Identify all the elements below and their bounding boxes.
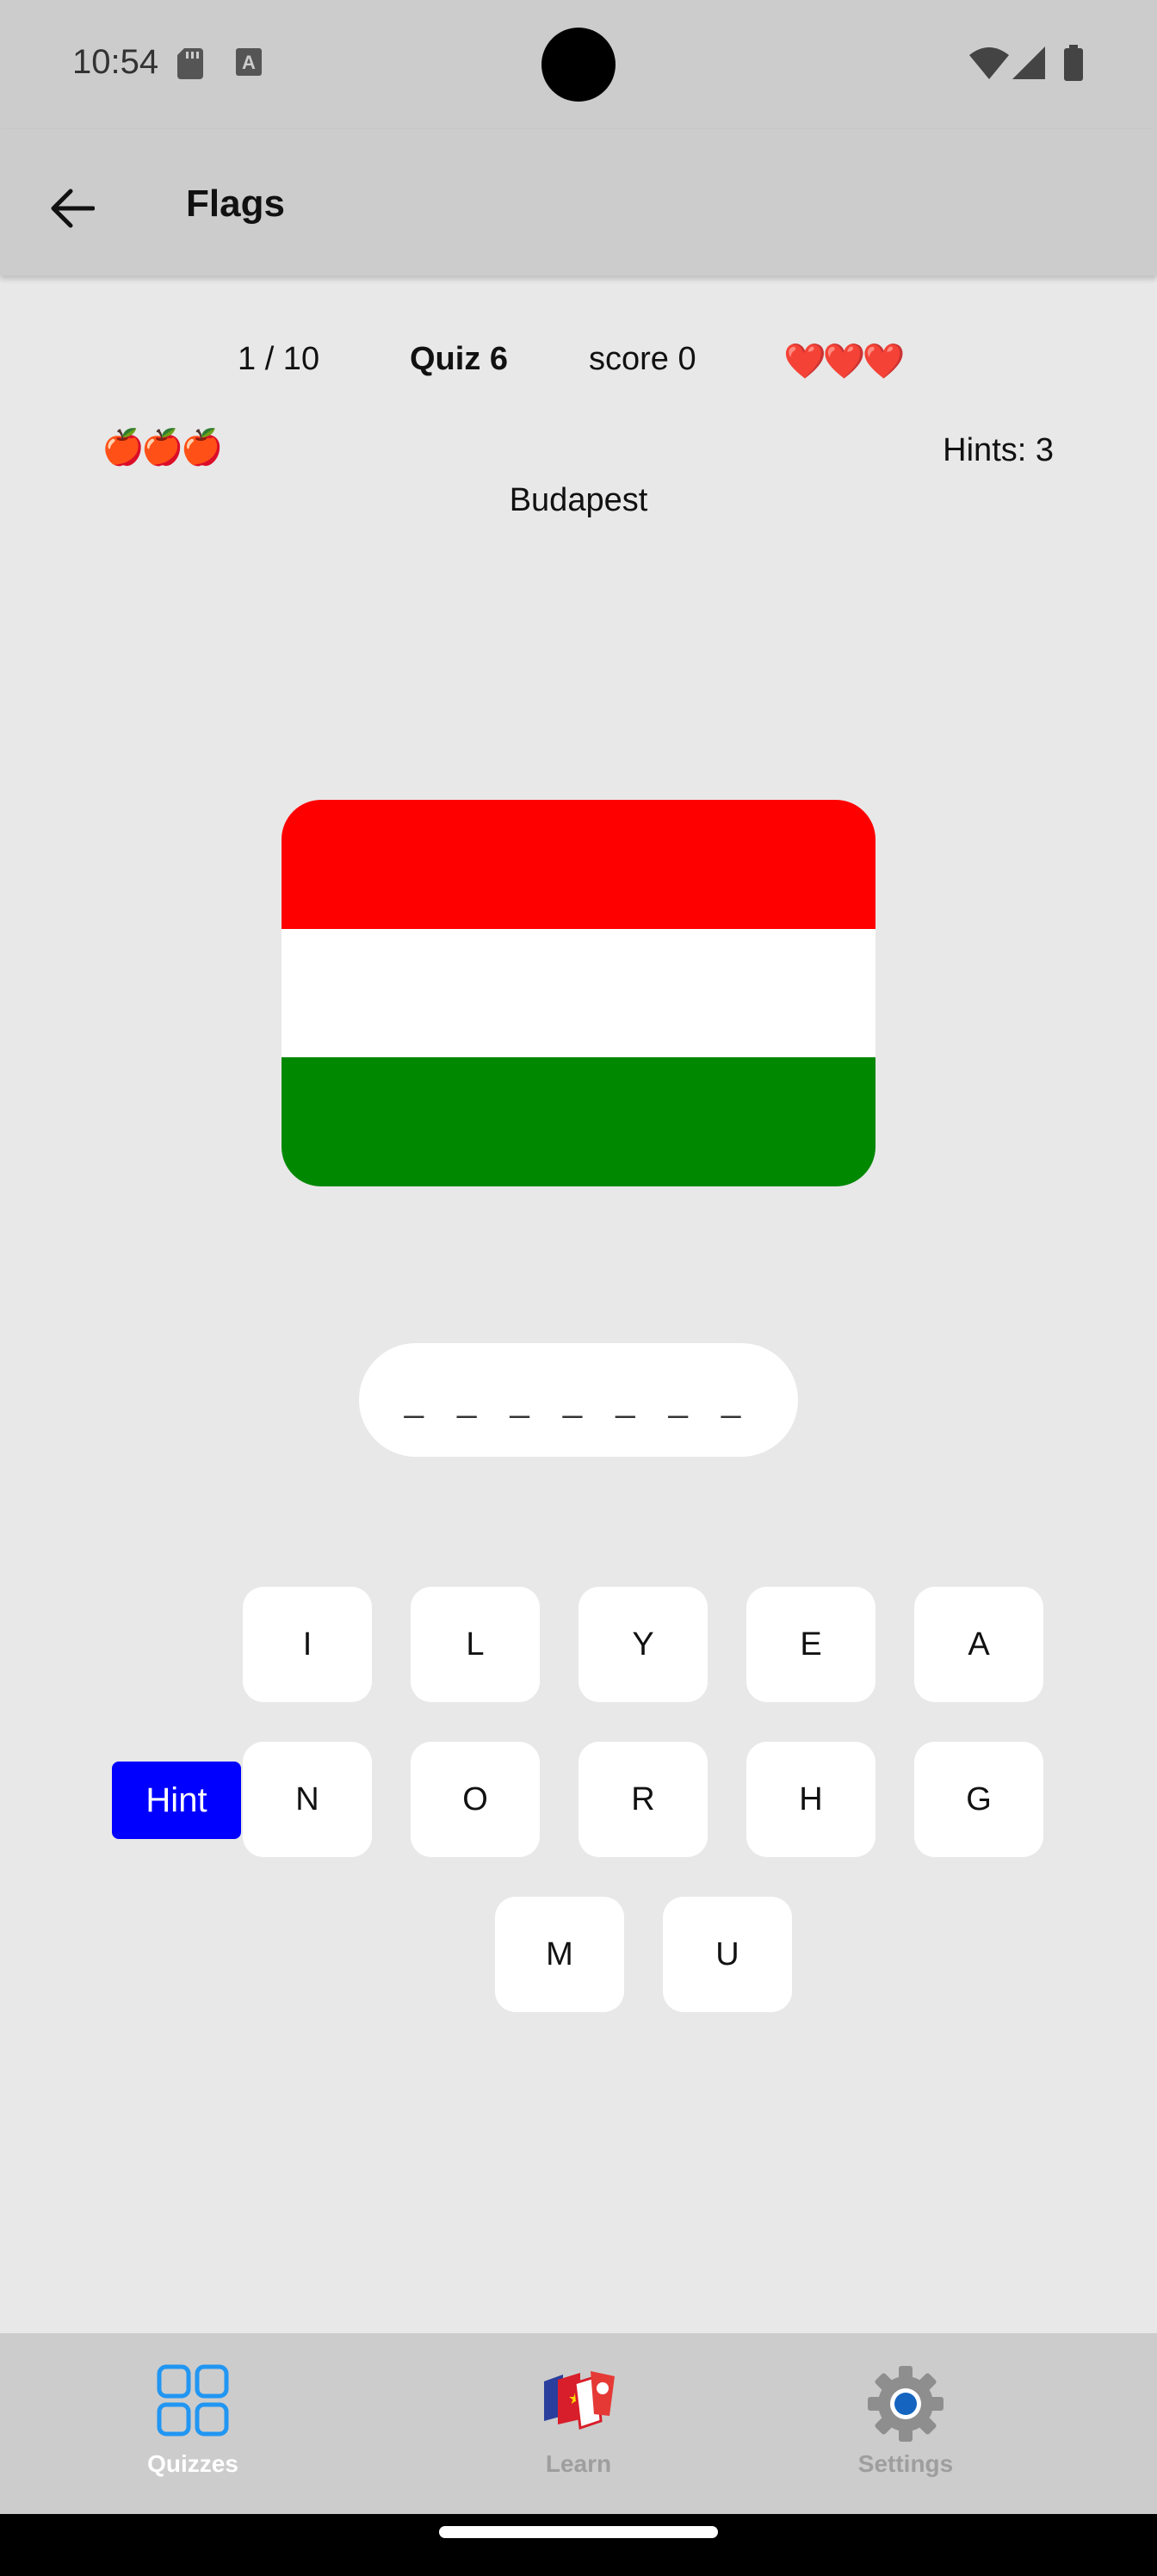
letter-key[interactable]: O: [411, 1742, 540, 1857]
letter-key[interactable]: R: [578, 1742, 708, 1857]
status-time: 10:54: [72, 43, 159, 81]
home-indicator[interactable]: [439, 2526, 718, 2538]
app-bar: Flags: [0, 129, 1157, 276]
flag-stripe-bottom: [282, 1057, 875, 1186]
letter-key[interactable]: H: [746, 1742, 875, 1857]
letter-key[interactable]: Y: [578, 1587, 708, 1702]
flag-stripe-middle: [282, 928, 875, 1058]
grid-icon: [157, 2364, 229, 2437]
font-icon: A: [236, 48, 262, 80]
wifi-icon: [969, 46, 1009, 84]
letter-key[interactable]: A: [914, 1587, 1043, 1702]
letter-key[interactable]: N: [243, 1742, 372, 1857]
answer-field: _ _ _ _ _ _ _: [359, 1343, 798, 1457]
front-camera: [541, 28, 616, 102]
gear-icon: [868, 2366, 944, 2442]
cell-signal-icon: [1012, 46, 1045, 84]
letter-key[interactable]: I: [243, 1587, 372, 1702]
page-title: Flags: [186, 183, 285, 225]
battery-icon: [1064, 45, 1083, 85]
hints-count: Hints: 3: [943, 432, 1054, 468]
lives-hearts: ❤️❤️❤️: [783, 343, 905, 381]
capital-clue: Budapest: [509, 482, 648, 518]
nav-quizzes[interactable]: Quizzes: [64, 2333, 322, 2514]
flags-icon: ★: [544, 2371, 615, 2430]
letter-key[interactable]: L: [411, 1587, 540, 1702]
arrow-back-icon: [51, 189, 95, 228]
apples-indicator: 🍎🍎🍎: [102, 429, 223, 467]
hint-button[interactable]: Hint: [112, 1762, 241, 1839]
letter-key[interactable]: M: [495, 1897, 624, 2012]
bottom-navigation: Quizzes ★ Learn Settings: [0, 2333, 1157, 2514]
back-button[interactable]: [38, 174, 107, 243]
nav-learn[interactable]: ★ Learn: [449, 2333, 708, 2514]
nav-quizzes-label: Quizzes: [147, 2450, 238, 2477]
nav-settings[interactable]: Settings: [776, 2333, 1035, 2514]
status-bar: 10:54 A: [0, 0, 1157, 129]
letter-key[interactable]: G: [914, 1742, 1043, 1857]
sd-card-icon: [177, 48, 203, 84]
question-counter: 1 / 10: [238, 341, 320, 377]
nav-settings-label: Settings: [857, 2450, 954, 2477]
flag-stripe-top: [282, 800, 875, 929]
quiz-name: Quiz 6: [410, 341, 509, 377]
gesture-bar: [0, 2514, 1157, 2576]
flag-image: [282, 800, 875, 1186]
svg-text:A: A: [242, 52, 256, 73]
letter-key[interactable]: U: [663, 1897, 792, 2012]
score-label: score 0: [589, 341, 696, 377]
letter-key[interactable]: E: [746, 1587, 875, 1702]
nav-learn-label: Learn: [545, 2450, 612, 2477]
